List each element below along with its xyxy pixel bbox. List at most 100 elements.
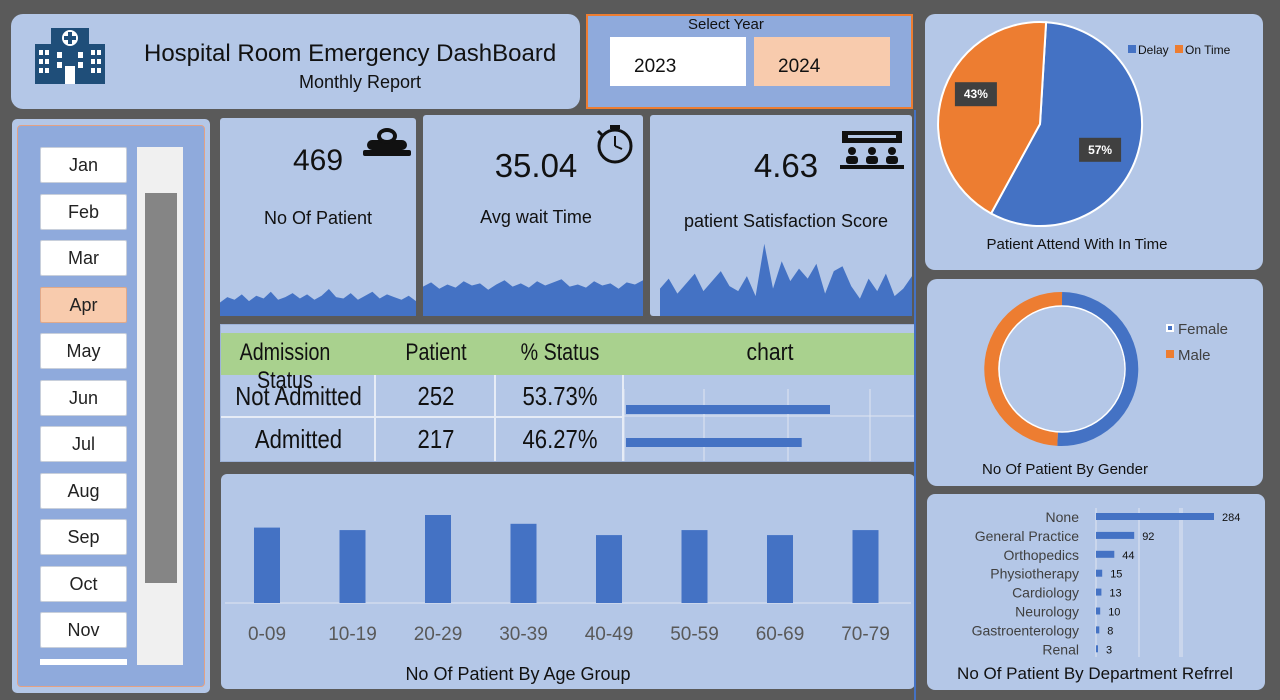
- age-tick-label: 40-49: [585, 624, 634, 645]
- header-panel: Hospital Room Emergency DashBoard Monthl…: [11, 14, 580, 109]
- dept-tick-label: General Practice: [975, 528, 1079, 544]
- age-bar-0-09: [254, 527, 280, 603]
- donut-segment-male: [984, 291, 1063, 446]
- month-nov[interactable]: Nov: [40, 612, 127, 648]
- spark-patients-area: [220, 289, 416, 316]
- audience-icon: [840, 131, 904, 169]
- spark-wait-area: [423, 279, 643, 316]
- age-bar-70-79: [852, 530, 879, 603]
- dept-data-label: 15: [1110, 569, 1122, 581]
- month-may[interactable]: May: [40, 333, 127, 369]
- dept-data-label: 44: [1122, 550, 1134, 562]
- pie-legend-label: On Time: [1185, 43, 1231, 57]
- hospital-bed-icon: [363, 128, 411, 156]
- department-panel: None 284 General Practice 92 Orthopedics 44 Ph…: [927, 494, 1265, 690]
- gender-donut-chart: Female Male No Of Patient By Gender: [982, 291, 1228, 478]
- pie-data-label: 43%: [964, 87, 988, 101]
- age-group-chart: 0-09 10-19 20-29 30-39 40-49 50-59 60-69 70-79 N…: [225, 515, 911, 684]
- vertical-divider: [914, 110, 916, 700]
- dept-tick-label: Orthopedics: [1004, 547, 1079, 563]
- month-jul[interactable]: Jul: [40, 426, 127, 462]
- age-chart-title: No Of Patient By Age Group: [405, 664, 630, 684]
- year-slicer-label: Select Year: [688, 16, 764, 33]
- dept-tick-label: Physiotherapy: [990, 566, 1079, 582]
- dept-chart-title: No Of Patient By Department Refrrel: [957, 664, 1233, 683]
- kpi-satisfaction-card: 4.63 patient Satisfaction Score: [650, 115, 912, 316]
- donut-segment-female: [1057, 292, 1139, 446]
- pie-panel: 57% 43% Delay On Time Patient Attend With In…: [925, 14, 1263, 270]
- row1-status: Not Admitted: [235, 381, 362, 411]
- satisfaction-trend-chart: [660, 243, 912, 316]
- dept-data-label: 92: [1142, 531, 1154, 543]
- dept-bar-orthopedics: [1096, 550, 1115, 558]
- wait-trend-chart: [423, 279, 643, 316]
- month-sep[interactable]: Sep: [40, 519, 127, 555]
- header-chart: chart: [746, 339, 794, 366]
- pie-legend-swatch: [1175, 45, 1183, 53]
- age-bar-40-49: [596, 535, 622, 603]
- dept-data-label: 284: [1222, 512, 1240, 524]
- department-bar-chart: None 284 General Practice 92 Orthopedics 44 Ph…: [957, 508, 1240, 683]
- dashboard-subtitle: Monthly Report: [299, 72, 422, 92]
- pie-data-label: 57%: [1088, 143, 1112, 157]
- age-tick-label: 50-59: [670, 624, 719, 645]
- kpi-wait-card: 35.04 Avg wait Time: [423, 115, 643, 316]
- pie-legend-label: Delay: [1138, 43, 1169, 57]
- spark-satisfaction-area: [660, 243, 912, 316]
- header-status-pct: % Status: [520, 339, 600, 366]
- table-col-divider-1: [374, 375, 376, 461]
- month-feb[interactable]: Feb: [40, 194, 127, 230]
- month-mar[interactable]: Mar: [40, 240, 127, 276]
- kpi-wait-label: Avg wait Time: [480, 207, 592, 227]
- admission-bar-2: [626, 438, 802, 447]
- admission-bar-1: [626, 405, 830, 414]
- month-scrollbar-thumb[interactable]: [145, 193, 177, 583]
- attend-pie-chart: 57% 43% Delay On Time Patient Attend With In…: [937, 21, 1231, 253]
- month-apr[interactable]: Apr: [40, 287, 127, 323]
- dept-bar-cardiology: [1096, 588, 1102, 596]
- month-jan[interactable]: Jan: [40, 147, 127, 183]
- dept-tick-label: Cardiology: [1012, 585, 1079, 601]
- hospital-icon: [35, 28, 105, 84]
- table-col-divider-2: [494, 375, 496, 461]
- row2-patient: 217: [417, 424, 455, 454]
- month-aug[interactable]: Aug: [40, 473, 127, 509]
- dept-tick-label: Neurology: [1015, 604, 1079, 620]
- donut-chart-title: No Of Patient By Gender: [982, 461, 1148, 478]
- donut-legend-label: Male: [1178, 347, 1211, 364]
- dept-tick-label: Gastroenterology: [972, 622, 1079, 638]
- year-option-2023[interactable]: 2023: [610, 37, 746, 86]
- age-tick-label: 60-69: [756, 624, 805, 645]
- age-tick-label: 20-29: [414, 624, 463, 645]
- dept-data-label: 3: [1106, 644, 1112, 656]
- dept-bar-none: [1096, 513, 1214, 520]
- kpi-patients-label: No Of Patient: [263, 208, 373, 228]
- admission-table: Admission Status Patient % Status chart …: [220, 324, 916, 462]
- dept-bar-gastroenterology: [1096, 626, 1100, 634]
- donut-legend-swatch-inner: [1168, 326, 1172, 330]
- month-jun[interactable]: Jun: [40, 380, 127, 416]
- year-option-2024[interactable]: 2024: [754, 37, 890, 86]
- dashboard-title: Hospital Room Emergency DashBoard: [144, 40, 557, 67]
- month-oct[interactable]: Oct: [40, 566, 127, 602]
- age-bar-20-29: [425, 515, 451, 603]
- admission-bar-chart: [624, 389, 916, 461]
- row2-status: Admitted: [254, 424, 343, 454]
- row1-pct: 53.73%: [522, 381, 598, 411]
- row2-pct: 46.27%: [522, 424, 598, 454]
- dept-bar-neurology: [1096, 607, 1101, 615]
- dept-data-label: 8: [1107, 625, 1113, 637]
- age-bar-10-19: [339, 530, 366, 603]
- stopwatch-icon: [596, 125, 633, 164]
- patients-trend-chart: [220, 289, 416, 316]
- pie-chart-title: Patient Attend With In Time: [987, 236, 1168, 253]
- table-row-divider: [221, 416, 624, 418]
- age-tick-label: 70-79: [841, 624, 890, 645]
- age-bar-50-59: [681, 530, 708, 603]
- header-patient: Patient: [405, 339, 467, 366]
- donut-panel: Female Male No Of Patient By Gender: [927, 279, 1263, 486]
- age-chart-panel: 0-09 10-19 20-29 30-39 40-49 50-59 60-69 70-79 N…: [221, 474, 915, 689]
- year-slicer: Select Year 2023 2024: [586, 14, 913, 109]
- donut-legend-label: Female: [1178, 321, 1228, 338]
- kpi-patients-card: 469 No Of Patient: [220, 118, 416, 316]
